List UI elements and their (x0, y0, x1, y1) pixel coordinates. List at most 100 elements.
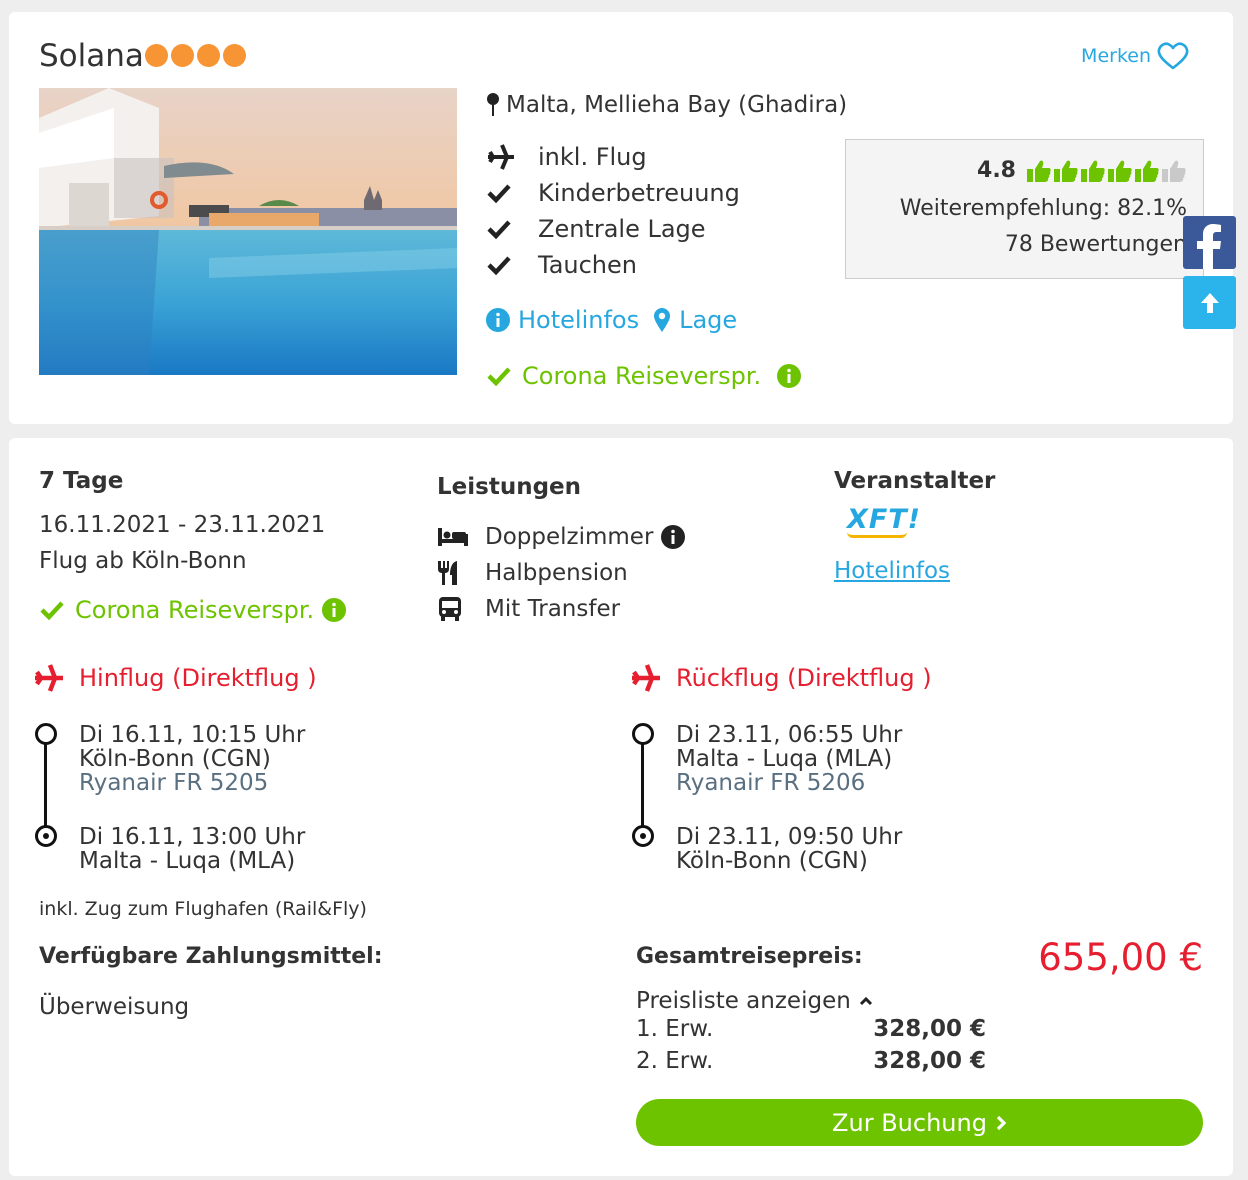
chevron-up-icon (859, 996, 872, 1006)
chevron-right-icon (996, 1115, 1007, 1130)
veranstalter-logo-swoosh (847, 532, 907, 538)
check-icon (40, 601, 64, 621)
outbound-title: Hinflug (Direktflug ) (79, 664, 317, 692)
leistung-label: Mit Transfer (485, 596, 621, 622)
leistung-label: Doppelzimmer (485, 524, 654, 550)
arrival-time: Di 23.11, 09:50 Uhr (676, 824, 903, 850)
merken-button[interactable]: Merken (1081, 42, 1189, 70)
leistung-transfer: Mit Transfer (437, 596, 620, 622)
hotelinfos-label: Hotelinfos (518, 306, 640, 334)
departure-point-icon (632, 723, 654, 745)
thumbs-up-icon (1162, 160, 1186, 182)
offer-card: 7 Tage 16.11.2021 - 23.11.2021 Flug ab K… (9, 438, 1233, 1176)
pricelist-value: 328,00 € (873, 1048, 986, 1074)
book-button-label: Zur Buchung (832, 1108, 987, 1137)
return-departure: Di 23.11, 06:55 Uhr Malta - Luqa (MLA) R… (676, 723, 902, 795)
rating-box: 4.8 Weiterempfehlung: 82.1% 78 Bewertung… (845, 139, 1204, 279)
outbound-departure: Di 16.11, 10:15 Uhr Köln-Bonn (CGN) Ryan… (79, 723, 305, 795)
payment-method: Überweisung (39, 994, 190, 1020)
thumbs-up-icon (1135, 160, 1159, 182)
check-icon (487, 367, 511, 387)
outbound-flight-header: Hinflug (Direktflug ) (33, 664, 317, 692)
info-icon[interactable] (661, 525, 686, 549)
departure-time: Di 16.11, 10:15 Uhr (79, 722, 306, 748)
lage-link[interactable]: Lage (653, 306, 737, 334)
arrival-point-icon (35, 825, 57, 847)
pricelist-row: 1. Erw. 328,00 € (636, 1016, 986, 1042)
info-icon[interactable] (777, 364, 802, 388)
offer-corona-badge[interactable]: Corona Reiseverspr. (39, 596, 347, 624)
cutlery-icon (437, 560, 485, 586)
arrival-airport-name: Malta - Luqa (MLA) (79, 848, 296, 874)
star-icon (197, 44, 220, 67)
departure-airport-name: Köln-Bonn (CGN) (79, 746, 271, 772)
pricelist-row: 2. Erw. 328,00 € (636, 1048, 986, 1074)
pricelist-value: 328,00 € (873, 1016, 986, 1042)
star-icon (145, 44, 168, 67)
check-icon (486, 182, 538, 204)
rail-fly-note: inkl. Zug zum Flughafen (Rail&Fly) (39, 898, 367, 920)
departure-time: Di 23.11, 06:55 Uhr (676, 722, 903, 748)
hotel-links: Hotelinfos Lage (486, 306, 743, 334)
hotelinfos-link[interactable]: Hotelinfos (486, 306, 639, 334)
departure-point-icon (35, 723, 57, 745)
total-price: 655,00 € (1038, 936, 1203, 979)
plane-icon (486, 144, 538, 170)
recommendation-rate: Weiterempfehlung: 82.1% (899, 196, 1187, 221)
feature-tauchen: Tauchen (486, 251, 637, 279)
facebook-icon (1196, 224, 1221, 269)
corona-badge[interactable]: Corona Reiseverspr. (486, 362, 802, 390)
pricelist-toggle[interactable]: Preisliste anzeigen (636, 988, 873, 1014)
payment-title: Verfügbare Zahlungsmittel: (39, 944, 383, 969)
book-button[interactable]: Zur Buchung (636, 1099, 1203, 1146)
feature-flug: inkl. Flug (486, 143, 647, 171)
review-count[interactable]: 78 Bewertungen (1005, 232, 1187, 257)
hotel-stars (145, 44, 246, 67)
hotel-card: Solana Merken Malta, Mellieha Bay (Ghadi… (9, 12, 1233, 424)
feature-kinderbetreuung: Kinderbetreuung (486, 179, 740, 207)
lage-label: Lage (679, 306, 738, 334)
feature-zentrale-lage: Zentrale Lage (486, 215, 706, 243)
pricelist-label: 1. Erw. (636, 1016, 714, 1042)
hotel-name[interactable]: Solana (39, 38, 144, 74)
plane-icon (632, 664, 660, 692)
arrival-airport-name: Köln-Bonn (CGN) (676, 848, 868, 874)
feature-label: Tauchen (538, 251, 637, 279)
leistung-label: Halbpension (485, 560, 628, 586)
trip-dates: 16.11.2021 - 23.11.2021 (39, 512, 326, 538)
hotel-location: Malta, Mellieha Bay (Ghadira) (486, 92, 847, 118)
return-timeline (641, 738, 644, 833)
airline-flight-number: Ryanair FR 5206 (676, 770, 866, 796)
rating-score: 4.8 (977, 158, 1016, 183)
location-text: Malta, Mellieha Bay (Ghadira) (506, 92, 848, 118)
check-icon (486, 254, 538, 276)
departure-airport-name: Malta - Luqa (MLA) (676, 746, 893, 772)
bus-icon (437, 596, 485, 622)
leistungen-title: Leistungen (437, 474, 582, 500)
hotel-photo[interactable] (39, 88, 457, 375)
check-icon (486, 218, 538, 240)
airline-flight-number: Ryanair FR 5205 (79, 770, 269, 796)
trip-duration: 7 Tage (39, 468, 124, 494)
feature-label: inkl. Flug (538, 143, 647, 171)
thumbs-up-icon (1108, 160, 1132, 182)
plane-icon (35, 664, 63, 692)
pricelist-toggle-label: Preisliste anzeigen (636, 988, 851, 1014)
info-icon[interactable] (322, 598, 347, 622)
veranstalter-hotelinfos-link[interactable]: Hotelinfos (834, 558, 950, 584)
veranstalter-title: Veranstalter (834, 468, 996, 494)
corona-label: Corona Reiseverspr. (522, 362, 762, 390)
thumbs-up-icon (1054, 160, 1078, 182)
scroll-to-top-button[interactable] (1183, 276, 1236, 329)
arrow-up-icon (1200, 292, 1219, 313)
thumbs-up-icon (1027, 160, 1051, 182)
info-icon (486, 308, 510, 332)
pricelist: 1. Erw. 328,00 € 2. Erw. 328,00 € (636, 1016, 986, 1074)
rating-score-row: 4.8 (977, 158, 1187, 183)
veranstalter-logo: XFT! (847, 504, 921, 535)
leistung-zimmer: Doppelzimmer (437, 524, 686, 550)
outbound-timeline (44, 738, 47, 833)
total-price-label: Gesamtreisepreis: (636, 944, 863, 969)
return-arrival: Di 23.11, 09:50 Uhr Köln-Bonn (CGN) (676, 825, 902, 873)
facebook-share-button[interactable] (1183, 216, 1236, 269)
